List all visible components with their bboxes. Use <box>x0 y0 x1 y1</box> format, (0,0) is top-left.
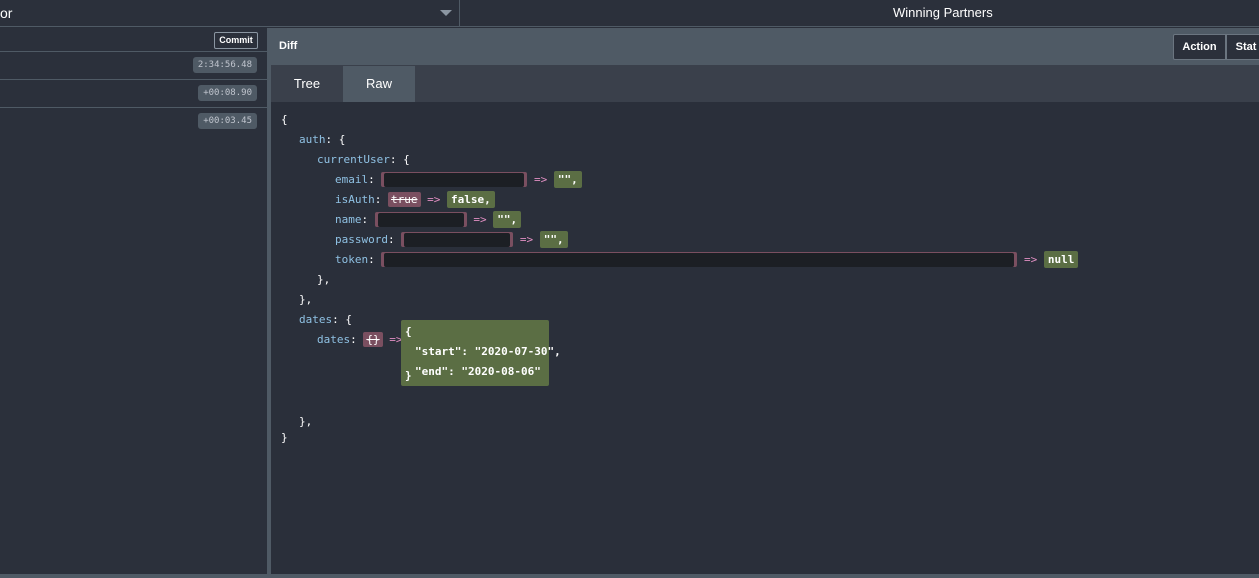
diff-line: auth: { <box>299 133 346 146</box>
top-bar: or Winning Partners <box>0 0 1259 27</box>
action-list-panel: Commit 2:34:56.48 +00:08.90 +00:03.45 <box>0 28 268 574</box>
diff-line: }, <box>299 293 313 306</box>
chevron-down-icon[interactable] <box>440 10 452 16</box>
diff-line: }, <box>299 415 313 428</box>
diff-key: name <box>335 213 362 226</box>
tab-raw[interactable]: Raw <box>343 66 415 102</box>
added-line: "end": "2020-08-06" <box>415 365 541 378</box>
added-line: "start": "2020-07-30", <box>415 345 561 358</box>
removed-value-redacted <box>381 252 1018 267</box>
diff-key: email <box>335 173 369 186</box>
diff-line: dates: { <box>299 313 352 326</box>
diff-arrow: => <box>534 173 548 186</box>
state-tab-button[interactable]: Stat <box>1226 34 1259 60</box>
diff-key: currentUser <box>317 153 390 166</box>
diff-title: Diff <box>279 40 298 52</box>
action-item[interactable]: +00:03.45 <box>0 108 267 136</box>
diff-line: dates: {} => <box>317 332 403 347</box>
monitor-selector-label: or <box>0 5 13 21</box>
diff-key: password <box>335 233 388 246</box>
added-value: "", <box>553 171 582 188</box>
action-item[interactable]: 2:34:56.48 <box>0 52 267 80</box>
action-list-header: Commit <box>0 28 267 52</box>
action-time-badge: 2:34:56.48 <box>192 57 257 73</box>
raw-diff-view: { auth: { currentUser: { email: => "", i… <box>271 102 1259 574</box>
tab-tree[interactable]: Tree <box>271 66 343 102</box>
monitor-selector[interactable]: or <box>0 0 460 27</box>
diff-line: } <box>281 431 288 444</box>
diff-arrow: => <box>427 193 441 206</box>
diff-key: auth <box>299 133 326 146</box>
diff-key: dates <box>299 313 333 326</box>
diff-key: isAuth <box>335 193 375 206</box>
added-line: { <box>405 325 412 338</box>
added-value: "", <box>493 211 522 228</box>
diff-line: token: => null <box>335 250 1079 270</box>
action-tab-button[interactable]: Action <box>1173 34 1226 60</box>
commit-button[interactable]: Commit <box>214 32 258 49</box>
diff-line: { <box>281 113 288 126</box>
diff-arrow: => <box>1024 253 1038 266</box>
removed-value: true <box>388 192 421 207</box>
diff-line: } <box>405 369 412 382</box>
diff-arrow: => <box>473 213 487 226</box>
action-time-badge: +00:08.90 <box>198 85 257 101</box>
removed-value-redacted <box>374 212 467 227</box>
diff-line: name: => "", <box>335 210 522 230</box>
diff-key: token <box>335 253 369 266</box>
diff-header: Diff Action Stat <box>271 28 1259 66</box>
added-value: "", <box>539 231 568 248</box>
removed-value-redacted <box>401 232 514 247</box>
diff-line: }, <box>317 273 331 286</box>
action-item[interactable]: +00:08.90 <box>0 80 267 108</box>
diff-arrow: => <box>519 233 534 246</box>
bottom-bar <box>0 574 1259 578</box>
instance-title[interactable]: Winning Partners <box>893 5 993 20</box>
added-value: null <box>1043 251 1079 268</box>
diff-line: currentUser: { <box>317 153 410 166</box>
added-value: false, <box>447 191 495 208</box>
diff-view-tabs: Tree Raw <box>271 66 1259 102</box>
diff-line: email: => "", <box>335 170 582 190</box>
diff-key: dates <box>317 333 351 346</box>
removed-value-redacted <box>381 172 528 187</box>
diff-panel: Diff Action Stat Tree Raw { auth: { curr… <box>271 28 1259 574</box>
diff-line: password: => "", <box>335 230 568 250</box>
action-time-badge: +00:03.45 <box>198 113 257 129</box>
added-value-block: { "start": "2020-07-30", "end": "2020-08… <box>401 320 561 386</box>
removed-value: {} <box>363 332 383 347</box>
diff-line: isAuth: true => false, <box>335 190 495 210</box>
